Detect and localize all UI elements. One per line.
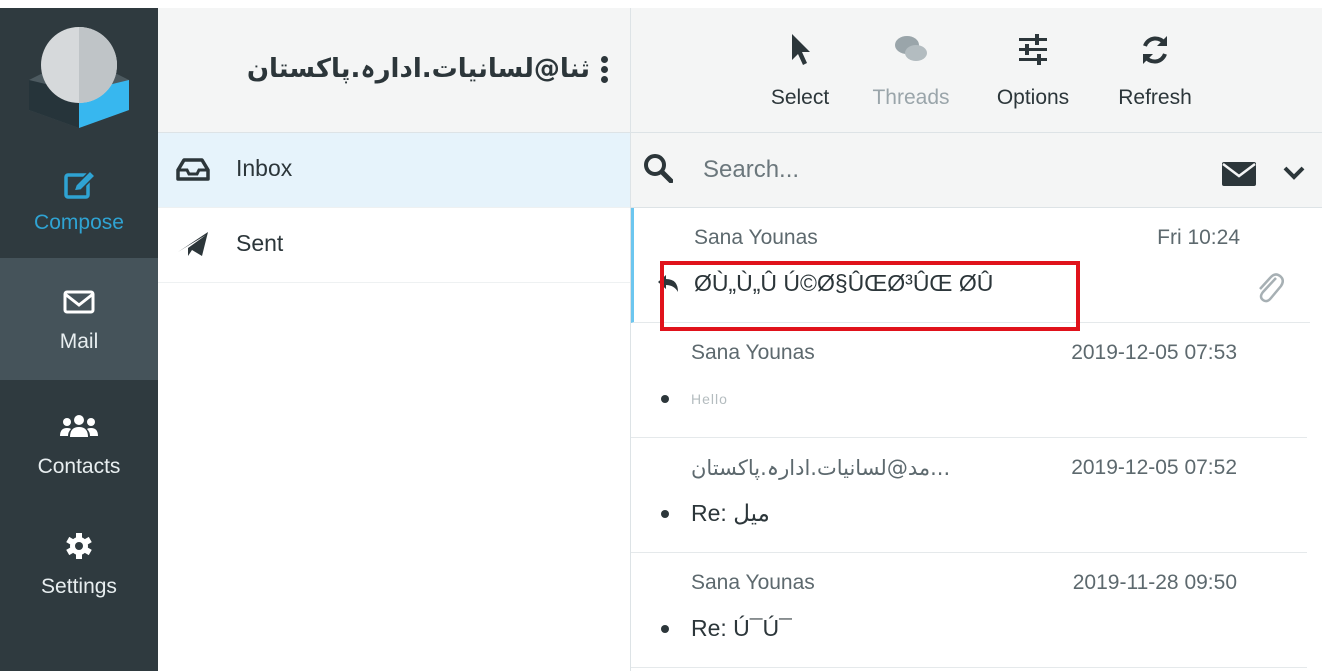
contacts-label: Contacts (37, 455, 121, 478)
message-subject: Re: Ú¯Ú¯ (691, 615, 792, 641)
inbox-icon (176, 158, 210, 181)
message-sender: ...مد@لسانیات.ادارہ.پاکستان (691, 456, 951, 480)
select-button[interactable]: Select (759, 30, 841, 120)
comments-icon (895, 36, 927, 61)
toolbar: Select Threads Options Refresh (631, 8, 1322, 133)
folders-header: ثنا@لسانیات.ادارہ.پاکستان (158, 8, 630, 133)
message-list-panel: Select Threads Options Refresh Search...… (631, 8, 1322, 671)
refresh-icon (1143, 36, 1167, 64)
taskbar: Compose Mail Contacts Settings (0, 8, 158, 671)
message-subject: ØÙ„Ù„Û Ú©Ø§ÛŒØ³ÛŒ ØÛ (694, 270, 994, 296)
search-input[interactable] (701, 151, 1125, 189)
gear-icon (66, 533, 92, 559)
message-date: 2019-12-05 07:53 (1071, 341, 1237, 364)
options-label: Options (996, 86, 1070, 109)
message-date: Fri 10:24 (1157, 226, 1240, 249)
compose-button[interactable]: Compose (0, 143, 158, 265)
refresh-button[interactable]: Refresh (1105, 30, 1205, 120)
paper-plane-icon (178, 232, 208, 256)
message-sender: Sana Younas (694, 226, 818, 249)
message-row[interactable]: ...مد@لسانیات.ادارہ.پاکستان 2019-12-05 0… (631, 438, 1307, 553)
search-bar (631, 133, 1322, 208)
select-label: Select (770, 86, 830, 109)
users-icon (60, 415, 98, 437)
message-row[interactable]: Sana Younas Fri 10:24 ØÙ„Ù„Û Ú©Ø§ÛŒØ³ÛŒ … (631, 208, 1310, 323)
folder-inbox[interactable]: Inbox (158, 133, 630, 208)
envelope-icon (63, 290, 95, 314)
account-menu-icon[interactable] (600, 56, 610, 86)
message-sender: Sana Younas (691, 341, 815, 364)
options-button[interactable]: Options (983, 30, 1083, 120)
pointer-icon (792, 34, 810, 65)
compose-icon (64, 171, 97, 199)
message-subject: Re: میل (691, 500, 770, 526)
message-subject: Hello (691, 391, 728, 407)
sliders-icon (1019, 34, 1047, 65)
roundcube-logo[interactable] (24, 20, 134, 130)
message-date: 2019-12-05 07:52 (1071, 456, 1237, 479)
refresh-label: Refresh (1118, 86, 1192, 109)
reply-icon (658, 275, 678, 292)
paperclip-icon (1259, 273, 1284, 303)
settings-label: Settings (41, 575, 117, 598)
account-name: ثنا@لسانیات.ادارہ.پاکستان (246, 54, 590, 84)
roundcube-app: Compose Mail Contacts Settings ثنا@لسانی… (0, 0, 1322, 671)
folder-sent-label: Sent (236, 230, 284, 256)
settings-button[interactable]: Settings (0, 503, 158, 625)
compose-label: Compose (34, 211, 124, 234)
message-row[interactable]: Sana Younas 2019-12-05 07:53 Hello (631, 323, 1307, 438)
message-row[interactable]: Sana Younas 2019-11-28 09:50 Re: Ú¯Ú¯ (631, 553, 1307, 668)
unread-bullet (661, 625, 669, 633)
folder-list-panel: ثنا@لسانیات.ادارہ.پاکستان Inbox Sent (158, 8, 631, 671)
mail-button[interactable]: Mail (0, 258, 158, 380)
unread-bullet (661, 395, 669, 403)
envelope-icon[interactable] (1221, 161, 1257, 187)
threads-button[interactable]: Threads (861, 30, 961, 120)
threads-label: Threads (872, 86, 950, 109)
message-sender: Sana Younas (691, 571, 815, 594)
chevron-down-icon[interactable] (1281, 163, 1307, 183)
search-icon[interactable] (643, 153, 673, 183)
folder-sent[interactable]: Sent (158, 208, 630, 283)
message-date: 2019-11-28 09:50 (1072, 571, 1237, 594)
mail-label: Mail (59, 330, 99, 353)
contacts-button[interactable]: Contacts (0, 383, 158, 505)
unread-bullet (661, 510, 669, 518)
folder-inbox-label: Inbox (236, 155, 293, 181)
